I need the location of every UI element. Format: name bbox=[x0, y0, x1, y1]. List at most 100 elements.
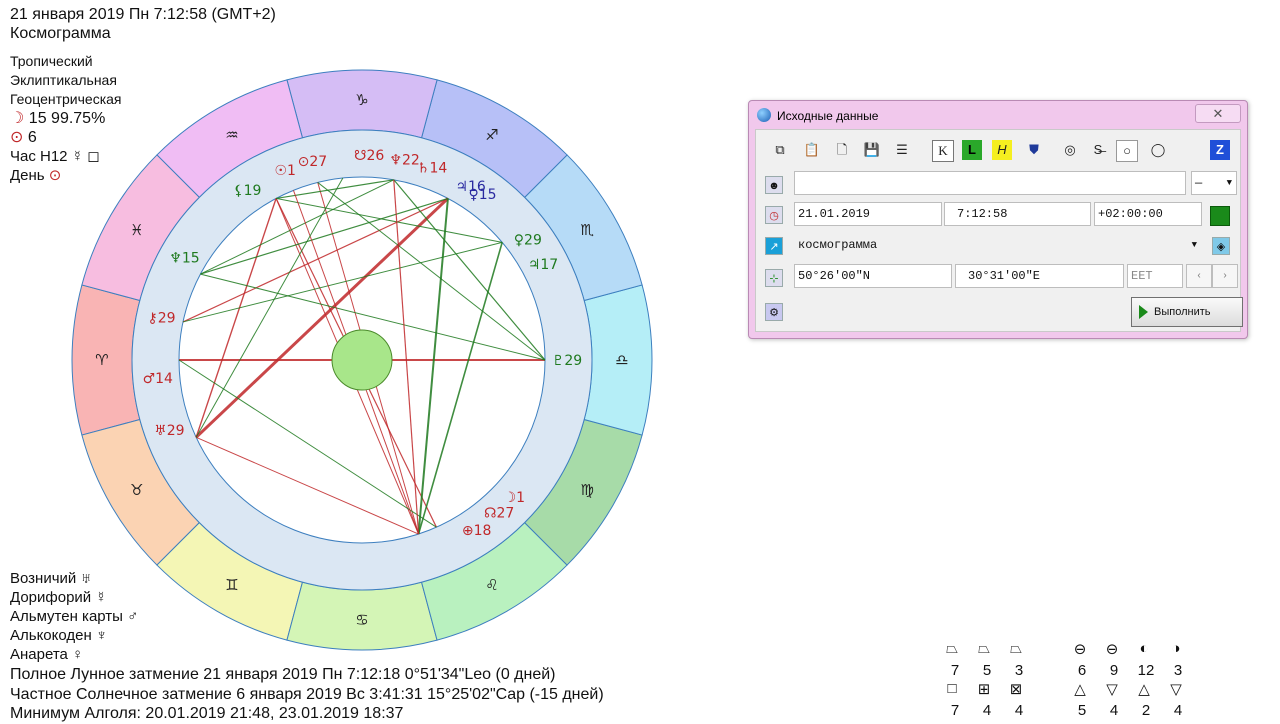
app-icon bbox=[757, 108, 771, 122]
shield-icon[interactable]: ⛊ bbox=[1024, 140, 1044, 160]
planet-label: ☋26 bbox=[354, 148, 384, 164]
square-icon: □ bbox=[947, 680, 957, 697]
sign-glyph: ♋ bbox=[355, 611, 368, 629]
location-icon[interactable]: ⊹ bbox=[765, 269, 783, 287]
play-icon bbox=[1139, 305, 1148, 320]
person-icon[interactable]: ☻ bbox=[765, 176, 783, 194]
sign-glyph: ♌ bbox=[485, 576, 498, 594]
globe-icon[interactable]: ◈ bbox=[1212, 237, 1230, 255]
time-field[interactable]: 7:12:58 bbox=[944, 202, 1091, 226]
count: 3 bbox=[1173, 662, 1183, 679]
planet-label: ⊕18 bbox=[462, 523, 492, 539]
center-earth bbox=[331, 329, 393, 391]
dialog-body: ⧉ 📋 🗋 💾 ☰ K L H ⛊ ◎ S̶ ○ ◯ Z ☻ — ▼ ◷ 21.0… bbox=[755, 129, 1243, 332]
planet-label: ♀29 bbox=[514, 233, 542, 249]
moon-icon: ☽ bbox=[10, 110, 25, 127]
large-circle-icon[interactable]: ◯ bbox=[1148, 140, 1168, 160]
zone-field[interactable]: EET bbox=[1127, 264, 1183, 288]
k-mode-button[interactable]: K bbox=[932, 140, 954, 162]
gender-value: — bbox=[1195, 176, 1203, 190]
trapezoid-cross-icon: ⏢ bbox=[1009, 640, 1022, 657]
alkokoden-label: Алькокоден bbox=[10, 627, 92, 644]
chevron-down-icon: ▼ bbox=[1226, 178, 1232, 188]
count: 7 bbox=[950, 702, 960, 719]
settings-gear-icon[interactable]: ⚙ bbox=[765, 303, 783, 321]
count: 9 bbox=[1109, 662, 1119, 679]
planet-label: ☽1 bbox=[504, 490, 525, 506]
planet-label: ♄14 bbox=[417, 160, 447, 176]
sign-glyph: ♎ bbox=[615, 351, 628, 369]
small-circle-icon[interactable]: ○ bbox=[1116, 140, 1138, 162]
sign-glyph: ♓ bbox=[130, 221, 143, 239]
planet-label: ♆22 bbox=[389, 152, 419, 168]
latitude-field[interactable]: 50°26'00"N bbox=[794, 264, 952, 288]
almuten-label: Альмутен карты bbox=[10, 608, 123, 625]
sign-glyph: ♑ bbox=[355, 91, 368, 109]
planet-label: ⚸19 bbox=[233, 183, 261, 199]
count: 7 bbox=[950, 662, 960, 679]
l-mode-button[interactable]: L bbox=[962, 140, 982, 160]
dialog-title: Исходные данные bbox=[777, 109, 879, 123]
triangle-down-line-icon: ▽ bbox=[1170, 681, 1182, 698]
date-field[interactable]: 21.01.2019 bbox=[794, 202, 942, 226]
longitude-field[interactable]: 30°31'00"E bbox=[955, 264, 1124, 288]
input-data-dialog: Исходные данные ✕ ⧉ 📋 🗋 💾 ☰ K L H ⛊ ◎ S̶… bbox=[748, 100, 1248, 339]
theta-icon: ⊖ bbox=[1073, 641, 1087, 658]
map-icon[interactable]: ↗ bbox=[765, 237, 783, 255]
count: 12 bbox=[1137, 662, 1155, 679]
table-icon[interactable]: ☰ bbox=[892, 140, 912, 160]
clock-icon[interactable]: ◷ bbox=[765, 206, 783, 224]
copy-icon[interactable]: ⧉ bbox=[770, 140, 790, 160]
chevron-down-icon: ▼ bbox=[1191, 240, 1197, 250]
circle-target-icon[interactable]: ◎ bbox=[1060, 140, 1080, 160]
mercury-icon: ☿ bbox=[95, 589, 107, 606]
h-mode-button[interactable]: H bbox=[992, 140, 1012, 160]
timezone-field[interactable]: +02:00:00 bbox=[1094, 202, 1202, 226]
name-field[interactable] bbox=[794, 171, 1186, 195]
trine-icon: △ bbox=[1074, 681, 1086, 698]
close-button[interactable]: ✕ bbox=[1195, 104, 1241, 123]
square-grid-icon: ⊞ bbox=[977, 681, 991, 698]
count: 5 bbox=[1077, 702, 1087, 719]
venus-icon: ♀ bbox=[72, 646, 84, 663]
chart-type-select[interactable]: космограмма ▼ bbox=[794, 233, 1202, 257]
square-cross-icon: ⊠ bbox=[1009, 681, 1023, 698]
aspect-counts: ⏢ ⏢ ⏢ ⊖ ⊖ ◐ ◑ 7 5 3 6 9 12 3 □ ⊞ ⊠ △ ▽ △… bbox=[940, 640, 1200, 720]
algol-minimum: Минимум Алголя: 20.01.2019 21:48, 23.01.… bbox=[10, 705, 404, 722]
triangle-line-icon: △ bbox=[1138, 681, 1150, 698]
z-mode-button[interactable]: Z bbox=[1210, 140, 1230, 160]
neptune-icon: ♆ bbox=[95, 627, 108, 644]
sun-icon: ⊙ bbox=[10, 129, 24, 146]
strike-s-icon[interactable]: S̶ bbox=[1088, 140, 1108, 160]
planet-label: ♃17 bbox=[528, 257, 558, 273]
half-circle-icon: ◐ bbox=[1139, 640, 1149, 657]
new-file-icon[interactable]: 🗋 bbox=[832, 140, 852, 160]
gender-select[interactable]: — ▼ bbox=[1191, 171, 1237, 195]
sign-glyph: ♐ bbox=[485, 126, 498, 144]
planet-label: ⚷29 bbox=[147, 310, 175, 326]
planet-label: ♅29 bbox=[154, 423, 184, 439]
save-icon[interactable]: 💾 bbox=[862, 140, 882, 160]
circle-minus-icon: ⊖ bbox=[1105, 641, 1119, 658]
hour-label: Час H12 bbox=[10, 148, 68, 165]
vozn-label: Возничий bbox=[10, 570, 77, 587]
next-button[interactable]: › bbox=[1212, 264, 1238, 288]
sign-glyph: ♒ bbox=[225, 126, 238, 144]
count: 3 bbox=[1014, 662, 1024, 679]
chart-datetime: 21 января 2019 Пн 7:12:58 (GMT+2) bbox=[10, 6, 276, 23]
chart-kind: Космограмма bbox=[10, 25, 111, 42]
uranus-icon: ♅ bbox=[80, 570, 92, 587]
color-swatch[interactable] bbox=[1210, 206, 1230, 226]
cosmogram-wheel: ♈ ♉ ♊ ♋ ♌ ♍ ♎ ♏ ♐ ♑ ♒ ♓ ♄14♆22 ☋26 ⊙27☉1 ⚸19 ♆15 ⚷29 ♂14 ♅… bbox=[71, 69, 653, 651]
anareta-label: Анарета bbox=[10, 646, 68, 663]
run-button[interactable]: Выполнить bbox=[1131, 297, 1243, 327]
planet-label: ⊙27 bbox=[298, 154, 328, 170]
count: 4 bbox=[1173, 702, 1183, 719]
count: 4 bbox=[1109, 702, 1119, 719]
day-label: День bbox=[10, 167, 45, 184]
paste-icon[interactable]: 📋 bbox=[802, 140, 822, 160]
sign-glyph: ♏ bbox=[580, 221, 594, 239]
prev-button[interactable]: ‹ bbox=[1186, 264, 1212, 288]
rulers-panel: Возничий ♅ Дорифорий ☿ Альмутен карты ♂ … bbox=[10, 569, 138, 664]
dorif-label: Дорифорий bbox=[10, 589, 92, 606]
